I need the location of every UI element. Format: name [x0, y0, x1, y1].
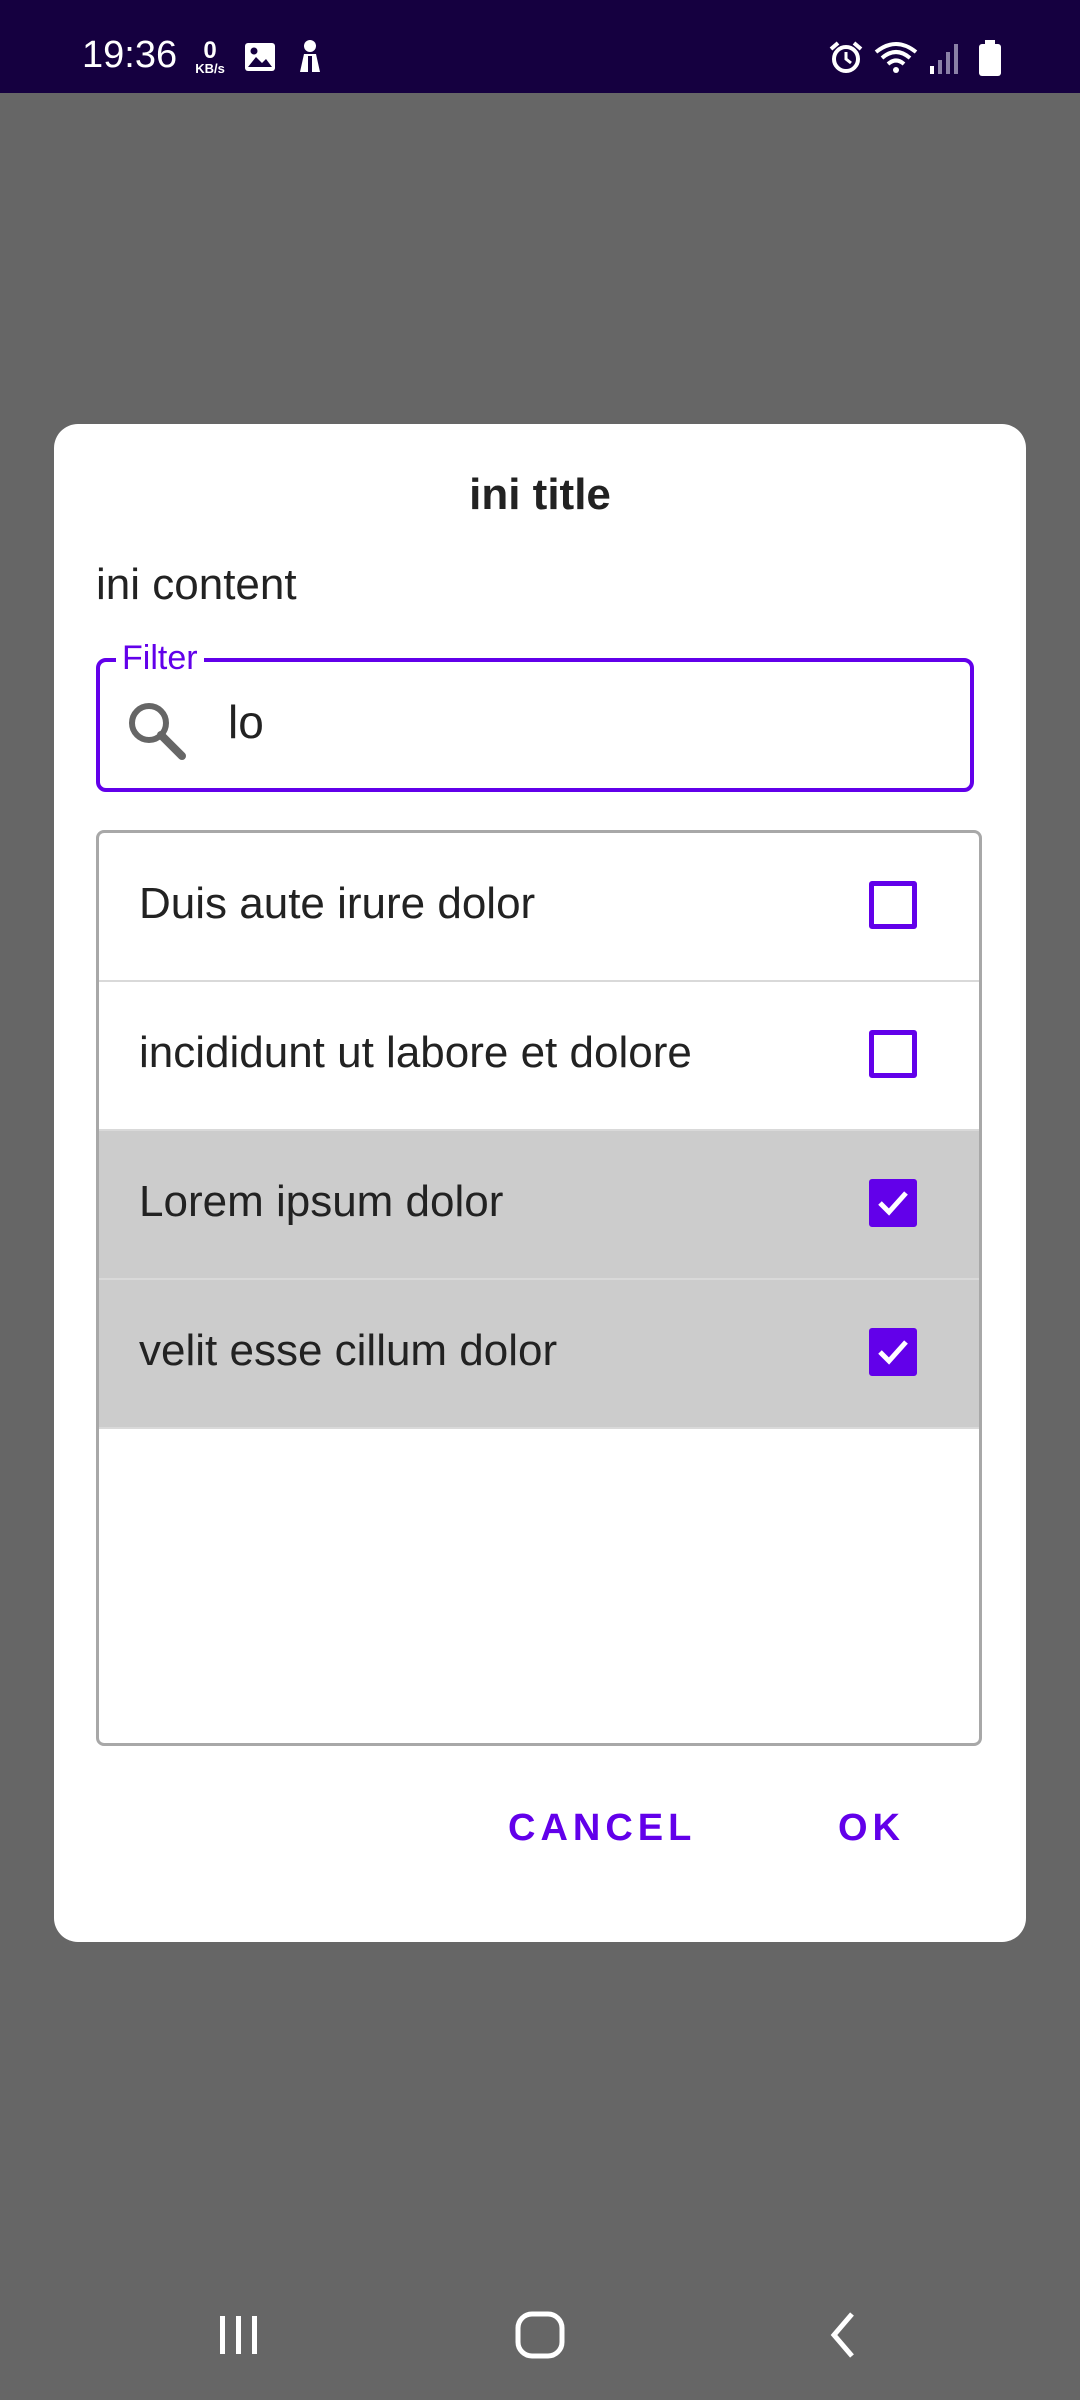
ok-button[interactable]: OK	[838, 1798, 905, 1858]
list-item-label: Duis aute irure dolor	[139, 879, 536, 928]
list-item-label: Lorem ipsum dolor	[139, 1177, 504, 1226]
recent-apps-icon[interactable]	[214, 2310, 264, 2365]
filter-label: Filter	[116, 638, 204, 678]
home-icon[interactable]	[514, 2310, 568, 2365]
list-item[interactable]: Lorem ipsum dolor	[99, 1131, 979, 1280]
network-speed-value: 0	[203, 37, 217, 64]
check-icon	[878, 1191, 908, 1216]
options-list: Duis aute irure dolor incididunt ut labo…	[96, 830, 982, 1746]
signal-icon	[928, 42, 960, 79]
alarm-icon	[828, 40, 864, 81]
list-item[interactable]: velit esse cillum dolor	[99, 1280, 979, 1429]
list-item-label: velit esse cillum dolor	[139, 1326, 558, 1375]
person-icon	[292, 38, 328, 79]
image-icon	[244, 42, 276, 77]
list-item[interactable]: incididunt ut labore et dolore	[99, 982, 979, 1131]
checkbox[interactable]	[869, 1179, 917, 1227]
navigation-bar	[0, 2270, 1080, 2400]
status-bar: 19:36 0 KB/s	[0, 0, 1080, 93]
status-time: 19:36	[82, 34, 178, 76]
multi-select-dialog: ini title ini content Filter Duis aute i…	[54, 424, 1026, 1942]
check-icon	[878, 1340, 908, 1365]
list-item-label: incididunt ut labore et dolore	[139, 1028, 692, 1077]
cancel-button[interactable]: CANCEL	[508, 1798, 696, 1858]
battery-icon	[978, 40, 1002, 81]
network-speed-unit: KB/s	[195, 61, 225, 76]
checkbox[interactable]	[869, 881, 917, 929]
wifi-icon	[874, 40, 918, 79]
list-item[interactable]: Duis aute irure dolor	[99, 833, 979, 982]
network-speed: 0 KB/s	[190, 37, 230, 76]
checkbox[interactable]	[869, 1030, 917, 1078]
checkbox[interactable]	[869, 1328, 917, 1376]
dialog-title: ini title	[469, 470, 611, 519]
back-icon[interactable]	[824, 2310, 864, 2365]
filter-input[interactable]	[228, 692, 928, 752]
dialog-content: ini content	[96, 560, 297, 609]
search-icon	[124, 698, 188, 767]
filter-field[interactable]: Filter	[96, 638, 974, 792]
